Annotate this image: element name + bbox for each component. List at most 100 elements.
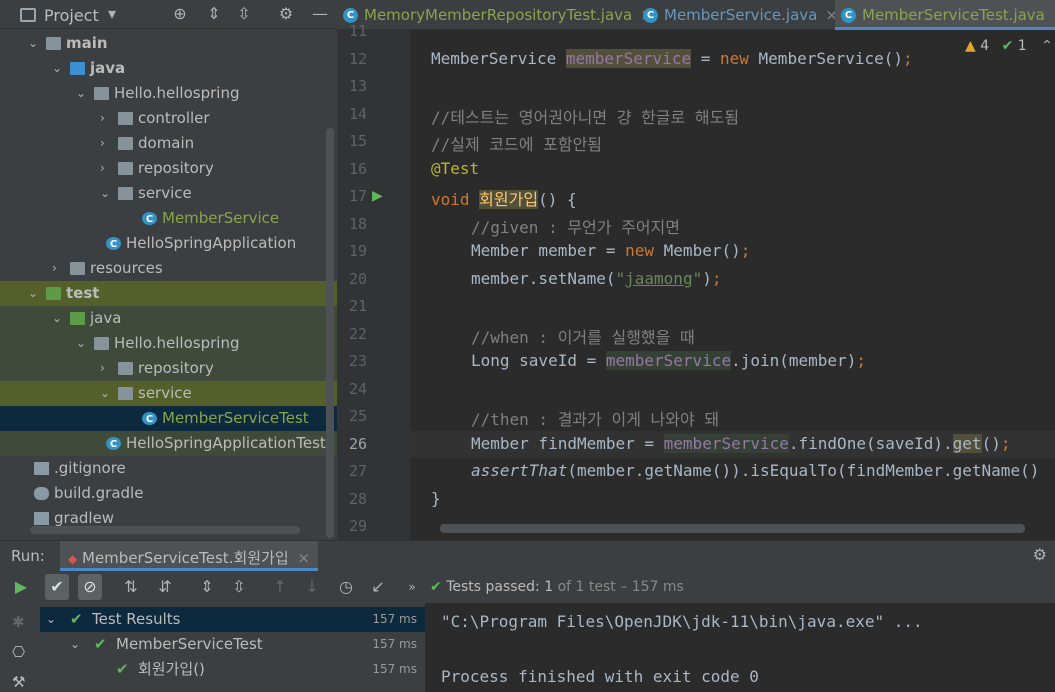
tree-item[interactable]: › resources [0, 256, 337, 281]
run-tab[interactable]: ◆ MemberServiceTest.회원가입 × [60, 541, 319, 571]
tree-item[interactable]: › repository [0, 356, 337, 381]
project-title[interactable]: Project [44, 6, 99, 25]
editor-scrollbar-horizontal[interactable] [440, 524, 1025, 533]
tree-item[interactable]: ⌄ Hello.hellospring [0, 331, 337, 356]
tree-item[interactable]: ⌄ service [0, 181, 337, 206]
sort-duration-icon[interactable]: ⇵ [153, 574, 177, 600]
line-number: 12 [348, 49, 367, 68]
check-icon: ✔ [1001, 38, 1014, 54]
close-icon[interactable]: × [297, 549, 310, 567]
package-icon [118, 362, 133, 375]
show-passed-icon[interactable]: ✔ [45, 574, 69, 600]
chevron-down-icon[interactable]: ⌄ [52, 56, 62, 81]
tree-item-label: Hello.hellospring [114, 84, 240, 102]
gear-icon[interactable]: ⚙ [276, 3, 296, 25]
tree-item[interactable]: C HelloSpringApplicationTests [0, 431, 337, 456]
tab-label: MemoryMemberRepositoryTest.java [364, 6, 633, 24]
inspection-widget[interactable]: ▲ 4 ✔ 1 ⌃ [965, 38, 1053, 54]
console-output[interactable]: "C:\Program Files\OpenJDK\jdk-11\bin\jav… [425, 603, 1055, 692]
collapse-all-icon[interactable]: ⇳ [234, 3, 254, 25]
chevron-down-icon[interactable]: ⌄ [28, 281, 38, 306]
tree-item[interactable]: .gitignore [0, 456, 337, 481]
tab-member-service-test[interactable]: CMemberServiceTest.java× [835, 0, 1055, 30]
project-scrollbar-vertical[interactable] [326, 128, 334, 538]
code-line-26: Member findMember = memberService.findOn… [471, 434, 1011, 453]
chevron-right-icon[interactable]: › [100, 356, 105, 381]
run-test-gutter-icon[interactable]: ▶ [372, 188, 383, 204]
minimize-icon[interactable]: — [310, 3, 330, 25]
chevron-right-icon[interactable]: › [100, 156, 105, 181]
folder-icon [70, 262, 85, 275]
show-ignored-icon[interactable]: ⊘ [78, 574, 102, 600]
result-time: 157 ms [372, 662, 417, 676]
run-label: Run: [11, 547, 45, 565]
arrow-up-icon[interactable]: ↑ [268, 574, 292, 600]
line-number: 29 [348, 517, 367, 535]
result-label: Test Results [92, 610, 181, 628]
tree-item[interactable]: › domain [0, 131, 337, 156]
tree-item[interactable]: ⌄ java [0, 56, 337, 81]
wrench-icon[interactable]: ⚒ [12, 673, 25, 691]
history-icon[interactable]: ◷ [334, 574, 358, 600]
tree-item-label: service [138, 184, 192, 202]
result-row-method[interactable]: ✔ 회원가입() 157 ms [40, 657, 425, 682]
expand-all-icon[interactable]: ⇕ [195, 574, 219, 600]
status-count: 1 [544, 579, 554, 595]
chevron-right-icon[interactable]: › [100, 131, 105, 156]
line-number: 25 [348, 407, 367, 425]
project-icon [20, 8, 36, 22]
import-icon[interactable]: ↙ [366, 574, 390, 600]
tree-item[interactable]: › controller [0, 106, 337, 131]
tree-item-label: domain [138, 134, 195, 152]
tree-item[interactable]: ⌄ test [0, 281, 337, 306]
test-results-tree: ⌄ ✔ Test Results 157 ms ⌄ ✔ MemberServic… [40, 607, 425, 692]
camera-icon[interactable]: ⎔ [12, 643, 25, 661]
collapse-all-icon[interactable]: ⇳ [227, 574, 251, 600]
tree-item-label: MemberServiceTest [162, 409, 309, 427]
tree-item[interactable]: ⌄ service [0, 381, 337, 406]
tree-item[interactable]: build.gradle [0, 481, 337, 506]
arrow-down-icon[interactable]: ↓ [300, 574, 324, 600]
tab-member-service[interactable]: C MemberService.java × [643, 0, 838, 30]
expand-all-icon[interactable]: ⇕ [204, 3, 224, 25]
chevron-up-icon[interactable]: ⌃ [1041, 38, 1053, 54]
chevron-down-icon[interactable]: ⌄ [46, 607, 56, 632]
tree-item[interactable]: C MemberService [0, 206, 337, 231]
test-folder-icon [46, 287, 61, 300]
tree-item[interactable]: C MemberServiceTest [0, 406, 337, 431]
chevron-down-icon[interactable]: ⌄ [52, 306, 62, 331]
line-number: 22 [348, 324, 367, 343]
chevron-down-icon[interactable]: ⌄ [76, 331, 86, 356]
chevron-down-icon[interactable]: ⌄ [100, 181, 110, 206]
project-scrollbar-horizontal[interactable] [30, 526, 300, 534]
tree-item[interactable]: C HelloSpringApplication [0, 231, 337, 256]
chevron-right-icon[interactable]: › [100, 106, 105, 131]
tree-item[interactable]: › repository [0, 156, 337, 181]
chevron-down-icon[interactable]: ▾ [102, 3, 122, 25]
result-row-root[interactable]: ⌄ ✔ Test Results 157 ms [40, 607, 425, 632]
code-line-12: MemberService memberService = new Member… [431, 49, 913, 68]
more-icon[interactable]: » [400, 574, 424, 600]
debug-icon[interactable]: ✱ [12, 613, 25, 631]
rerun-icon[interactable]: ▶ [9, 574, 33, 600]
chevron-down-icon[interactable]: ⌄ [28, 31, 38, 56]
tree-item[interactable]: ⌄ java [0, 306, 337, 331]
chevron-down-icon[interactable]: ⌄ [76, 81, 86, 106]
result-row-class[interactable]: ⌄ ✔ MemberServiceTest 157 ms [40, 632, 425, 657]
line-number: 18 [348, 214, 367, 233]
locate-icon[interactable]: ⊕ [170, 3, 190, 25]
result-time: 157 ms [372, 637, 417, 651]
test-status: ✔ Tests passed: 1 of 1 test – 157 ms [430, 579, 684, 595]
chevron-down-icon[interactable]: ⌄ [100, 381, 110, 406]
sort-alpha-icon[interactable]: ⇅ [119, 574, 143, 600]
chevron-down-icon[interactable]: ⌄ [70, 632, 80, 657]
tab-memory-member-repository-test[interactable]: CMemoryMemberRepositoryTest.java× [343, 0, 653, 30]
tree-item[interactable]: ⌄ Hello.hellospring [0, 81, 337, 106]
tree-item[interactable]: ⌄ main [0, 31, 337, 56]
line-number: 26 [348, 434, 367, 453]
gear-icon[interactable]: ⚙ [1033, 545, 1047, 564]
chevron-right-icon[interactable]: › [52, 256, 57, 281]
code-line-23: Long saveId = memberService.join(member)… [471, 351, 866, 370]
code-line-14: //테스트는 영어권아니면 걍 한글로 해도됨 [431, 108, 740, 127]
line-number: 17 [348, 187, 367, 205]
